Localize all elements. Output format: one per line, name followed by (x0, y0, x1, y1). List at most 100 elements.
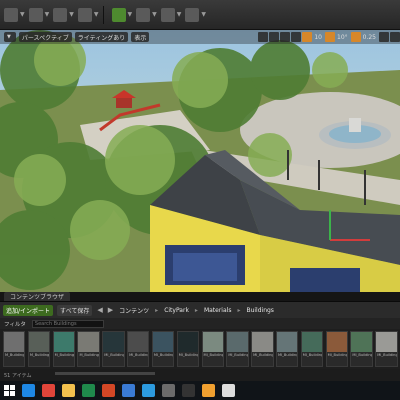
lighting-mode-button[interactable]: ライティングあり (74, 32, 129, 42)
chevron-down-icon: ▼ (201, 11, 206, 18)
breadcrumb-item[interactable]: CityPark (164, 307, 189, 314)
excel-icon[interactable] (82, 384, 95, 397)
editor-window: ▼ ▼ ▼ ▼ ▼ ▼ ▼ ▼ ▼ パースペクティブ ライティングあり 表示 1… (0, 0, 400, 400)
asset-tile[interactable]: MI_Buildings_Door (151, 331, 175, 367)
chevron-down-icon: ▼ (69, 11, 74, 18)
asset-label: M_Buildings_Wall (29, 353, 50, 357)
media-icon[interactable] (142, 384, 155, 397)
chevron-down-icon: ▼ (44, 11, 50, 18)
photo-icon[interactable] (202, 384, 215, 397)
status-bar: 51 アイテム (0, 369, 400, 381)
asset-tile[interactable]: MI_Buildings_Stone (325, 331, 348, 367)
asset-tile[interactable]: MI_Buildings_Moss (350, 331, 373, 367)
chevron-down-icon: ▼ (176, 11, 182, 18)
editor-icon[interactable] (162, 384, 175, 397)
clapper-icon (77, 7, 92, 22)
level-viewport[interactable]: ▼ パースペクティブ ライティングあり 表示 10 10° 0.25 (0, 30, 400, 292)
asset-label: M_Buildings_Conc (79, 353, 99, 357)
world-local-icon[interactable] (291, 32, 302, 42)
select-mode-button[interactable]: ▼ (4, 4, 25, 26)
add-import-button[interactable]: 追加/インポート (3, 304, 54, 316)
asset-thumbnail (202, 332, 223, 352)
unreal-icon[interactable] (222, 384, 235, 397)
explorer-icon[interactable] (62, 384, 75, 397)
asset-tile[interactable]: M_Buildings_Wall (27, 331, 51, 367)
asset-label: MI_Buildings_Wood (277, 353, 297, 357)
asset-label: M_Buildings_Trim (54, 353, 75, 357)
asset-tile[interactable]: MI_Buildings_Glass (102, 331, 125, 367)
asset-thumbnail (252, 332, 273, 352)
rotation-snap-icon[interactable] (325, 32, 335, 42)
asset-tile[interactable]: MI_Buildings_Roof (127, 331, 150, 367)
back-arrow-icon[interactable]: ◀ (97, 306, 102, 314)
settings-button[interactable]: ▼ (185, 4, 206, 26)
camera-speed-icon[interactable] (379, 32, 389, 42)
add-icon (28, 7, 43, 22)
add-actor-button[interactable]: ▼ (28, 4, 50, 26)
store-icon[interactable] (122, 384, 135, 397)
asset-label: MI_Buildings_Plaster (253, 353, 272, 357)
chevron-down-icon: ▼ (20, 11, 25, 18)
save-all-button[interactable]: すべて保存 (57, 304, 93, 316)
blueprint-button[interactable]: ▼ (53, 4, 74, 26)
asset-tile[interactable]: MI_Buildings_Wood (275, 331, 299, 367)
windows-start-icon[interactable] (4, 385, 15, 396)
tab-content-browser[interactable]: コンテンツブラウザ (4, 292, 71, 301)
translate-icon[interactable] (258, 32, 269, 42)
asset-tile[interactable]: MI_Buildings_Floor (375, 331, 398, 367)
platforms-button[interactable]: ▼ (160, 4, 182, 26)
launch-button[interactable]: ▼ (136, 4, 157, 26)
powerpoint-icon[interactable] (102, 384, 115, 397)
asset-tile[interactable]: M_Buildings_Conc (77, 331, 100, 367)
asset-thumbnail (78, 332, 99, 352)
search-input[interactable]: Search Buildings (31, 319, 104, 328)
asset-tile[interactable]: MI_Buildings_Plaster (251, 331, 274, 367)
asset-tile[interactable]: M_Buildings_Brick (3, 331, 26, 367)
edge-icon[interactable] (22, 384, 35, 397)
filter-bar: フィルタ Search Buildings (0, 318, 400, 329)
asset-tile[interactable]: MI_Buildings_Tile (201, 331, 224, 367)
asset-label: MI_Buildings_Roof (129, 353, 148, 357)
maximize-icon[interactable] (390, 32, 400, 42)
blueprint-icon (53, 7, 68, 22)
asset-label: MI_Buildings_Tile (203, 353, 223, 357)
chevron-down-icon: ▼ (152, 11, 157, 18)
scale-icon[interactable] (280, 32, 291, 42)
breadcrumb-item[interactable]: Materials (204, 307, 232, 314)
rotate-icon[interactable] (269, 32, 280, 42)
asset-tile[interactable]: MI_Buildings_Frame (176, 331, 200, 367)
show-menu-button[interactable]: 表示 (131, 32, 150, 42)
scene-render (0, 30, 400, 292)
play-icon (111, 7, 126, 22)
breadcrumb-separator-icon: ▸ (237, 306, 241, 314)
asset-tile[interactable]: MI_Buildings_Metal (226, 331, 249, 367)
scale-snap-value[interactable]: 0.25 (361, 34, 378, 41)
content-browser-toolbar: 追加/インポート すべて保存 ◀ ▶ コンテンツ ▸ CityPark ▸ Ma… (0, 302, 400, 318)
grid-snap-value[interactable]: 10 (312, 34, 324, 41)
breadcrumb-separator-icon: ▸ (194, 306, 198, 314)
viewport-options-button[interactable]: ▼ (4, 32, 16, 42)
breadcrumb-item[interactable]: Buildings (246, 307, 273, 314)
breadcrumb-item[interactable]: コンテンツ (119, 306, 149, 315)
asset-label: MI_Buildings_Stone (327, 353, 347, 357)
cinematics-button[interactable]: ▼ (77, 4, 99, 26)
perspective-button[interactable]: パースペクティブ (18, 32, 72, 42)
horizontal-scrollbar[interactable] (55, 372, 155, 375)
asset-tile[interactable]: M_Buildings_Trim (52, 331, 76, 367)
asset-grid: M_Buildings_Brick M_Buildings_Wall M_Build… (0, 329, 400, 369)
play-button[interactable]: ▼ (111, 4, 132, 26)
asset-thumbnail (4, 332, 25, 352)
asset-thumbnail (376, 332, 397, 352)
grid-snap-icon[interactable] (302, 32, 313, 42)
terminal-icon[interactable] (182, 384, 195, 397)
asset-thumbnail (28, 332, 50, 352)
rotation-snap-value[interactable]: 10° (335, 34, 350, 41)
asset-tile[interactable]: MI_Buildings_Paint (300, 331, 324, 367)
forward-arrow-icon[interactable]: ▶ (108, 306, 113, 314)
chrome-icon[interactable] (42, 384, 55, 397)
cursor-icon (4, 7, 18, 22)
scale-snap-icon[interactable] (350, 32, 361, 42)
asset-label: MI_Buildings_Metal (228, 353, 247, 357)
filter-button[interactable]: フィルタ (4, 320, 26, 328)
chevron-down-icon: ▼ (93, 11, 99, 18)
